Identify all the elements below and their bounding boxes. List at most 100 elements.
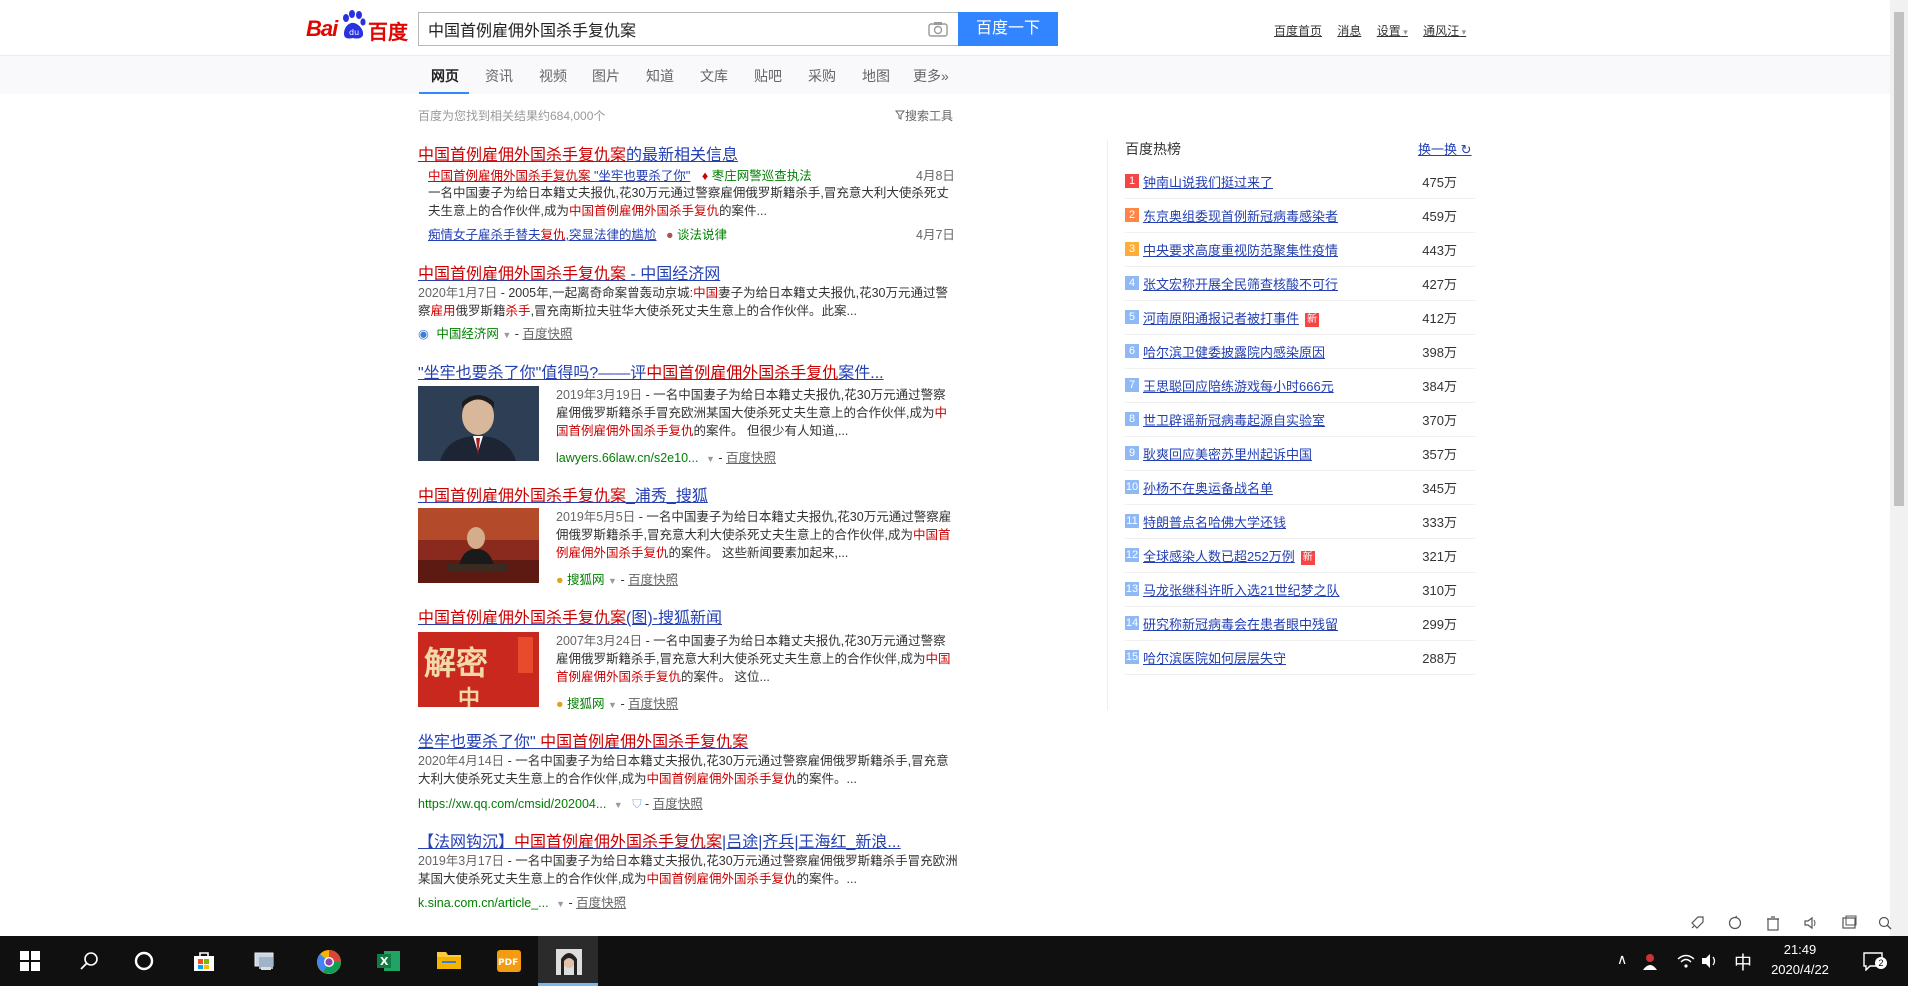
result-url[interactable]: 搜狐网 <box>567 697 605 711</box>
cache-link[interactable]: 百度快照 <box>628 697 678 711</box>
result-title[interactable]: 中国首例雇佣外国杀手复仇案_浦秀_搜狐 <box>418 482 708 506</box>
user-link[interactable]: 通风汪 <box>1423 24 1466 38</box>
result-url[interactable]: 中国经济网 <box>436 327 499 341</box>
ime-indicator[interactable]: 中 <box>1734 949 1752 975</box>
news-sub-link[interactable]: 中国首例雇佣外国杀手复仇案 "坐牢也要杀了你" <box>428 169 690 183</box>
tab-map[interactable]: 地图 <box>862 66 890 86</box>
browser-app[interactable] <box>298 936 358 986</box>
refresh-page-icon[interactable] <box>1727 915 1743 931</box>
tab-video[interactable]: 视频 <box>539 66 567 86</box>
hot-item-link[interactable]: 耿爽回应美密苏里州起诉中国 <box>1143 444 1312 463</box>
messages-link[interactable]: 消息 <box>1337 24 1361 38</box>
window-icon[interactable] <box>1841 915 1857 931</box>
excel-app[interactable]: X <box>358 936 418 986</box>
cache-link[interactable]: 百度快照 <box>726 451 776 465</box>
settings-link[interactable]: 设置 <box>1377 24 1408 38</box>
hot-item-link[interactable]: 河南原阳通报记者被打事件新 <box>1143 308 1320 327</box>
tab-wenku[interactable]: 文库 <box>700 66 728 86</box>
clock[interactable]: 21:49 2020/4/22 <box>1760 940 1840 980</box>
result-title[interactable]: 中国首例雇佣外国杀手复仇案的最新相关信息 <box>418 141 738 165</box>
tab-web[interactable]: 网页 <box>431 66 459 86</box>
hot-item-link[interactable]: 马龙张继科许昕入选21世纪梦之队 <box>1143 580 1339 599</box>
hot-item-link[interactable]: 世卫辟谣新冠病毒起源自实验室 <box>1143 410 1325 429</box>
cache-link[interactable]: 百度快照 <box>522 327 572 341</box>
hot-list-item[interactable]: 3 中央要求高度重视防范聚集性疫情 443万 <box>1125 233 1475 267</box>
zoom-icon[interactable] <box>1877 915 1893 931</box>
store-app[interactable] <box>174 936 234 986</box>
hot-list-item[interactable]: 7 王思聪回应陪练游戏每小时666元 384万 <box>1125 369 1475 403</box>
tray-user-icon[interactable] <box>1642 952 1658 970</box>
hot-list-item[interactable]: 15 哈尔滨医院如何层层失守 288万 <box>1125 641 1475 675</box>
wifi-icon[interactable] <box>1677 953 1695 969</box>
hot-item-link[interactable]: 张文宏称开展全民筛查核酸不可行 <box>1143 274 1338 293</box>
hot-item-link[interactable]: 钟南山说我们挺过来了 <box>1143 172 1273 191</box>
pdf-app[interactable]: PDF <box>478 936 538 986</box>
dropdown-arrow-icon[interactable]: ▼ <box>706 454 715 464</box>
hot-list-item[interactable]: 14 研究称新冠病毒会在患者眼中残留 299万 <box>1125 607 1475 641</box>
news-sub-link[interactable]: 痴情女子雇杀手替夫复仇,突显法律的尴尬 <box>428 228 657 242</box>
result-url[interactable]: https://xw.qq.com/cmsid/202004... <box>418 797 606 811</box>
result-url[interactable]: 搜狐网 <box>567 573 605 587</box>
tab-more[interactable]: 更多» <box>913 66 949 86</box>
result-thumbnail[interactable] <box>418 508 539 583</box>
tab-news[interactable]: 资讯 <box>485 66 513 86</box>
hot-list-item[interactable]: 2 东京奥组委现首例新冠病毒感染者 459万 <box>1125 199 1475 233</box>
hot-item-link[interactable]: 中央要求高度重视防范聚集性疫情 <box>1143 240 1338 259</box>
hot-list-item[interactable]: 13 马龙张继科许昕入选21世纪梦之队 310万 <box>1125 573 1475 607</box>
hot-list-item[interactable]: 11 特朗普点名哈佛大学还钱 333万 <box>1125 505 1475 539</box>
start-button[interactable] <box>0 936 60 986</box>
hot-list-item[interactable]: 10 孙杨不在奥运备战名单 345万 <box>1125 471 1475 505</box>
camera-icon[interactable] <box>928 21 948 37</box>
photos-app[interactable] <box>234 936 294 986</box>
hot-item-link[interactable]: 东京奥组委现首例新冠病毒感染者 <box>1143 206 1338 225</box>
hot-item-link[interactable]: 孙杨不在奥运备战名单 <box>1143 478 1273 497</box>
result-thumbnail[interactable] <box>418 386 539 461</box>
result-title[interactable]: 中国首例雇佣外国杀手复仇案(图)-搜狐新闻 <box>418 604 722 628</box>
search-button[interactable]: 百度一下 <box>958 12 1058 46</box>
hot-item-link[interactable]: 哈尔滨医院如何层层失守 <box>1143 648 1286 667</box>
dropdown-arrow-icon[interactable]: ▼ <box>608 700 617 710</box>
result-title[interactable]: 中国首例雇佣外国杀手复仇案 - 中国经济网 <box>418 260 720 284</box>
speaker-icon[interactable] <box>1803 915 1819 931</box>
home-link[interactable]: 百度首页 <box>1274 24 1322 38</box>
dropdown-arrow-icon[interactable]: ▼ <box>608 576 617 586</box>
file-explorer-app[interactable] <box>418 936 478 986</box>
result-thumbnail[interactable]: 解密 中 <box>418 632 539 707</box>
trash-icon[interactable] <box>1765 915 1781 931</box>
tab-tieba[interactable]: 贴吧 <box>754 66 782 86</box>
hot-item-link[interactable]: 特朗普点名哈佛大学还钱 <box>1143 512 1286 531</box>
notification-center[interactable]: 2 <box>1862 951 1887 972</box>
tab-images[interactable]: 图片 <box>592 66 620 86</box>
result-url[interactable]: k.sina.com.cn/article_... <box>418 896 549 910</box>
tab-zhidao[interactable]: 知道 <box>646 66 674 86</box>
baidu-logo[interactable]: Bai du 百度 <box>306 10 410 46</box>
search-tools-button[interactable]: 搜索工具 <box>895 107 953 124</box>
search-taskbar-button[interactable] <box>60 936 120 986</box>
hot-item-link[interactable]: 全球感染人数已超252万例新 <box>1143 546 1315 565</box>
refresh-button[interactable]: 换一换 ↻ <box>1418 139 1472 158</box>
rocket-icon[interactable] <box>1689 915 1705 931</box>
hot-item-link[interactable]: 哈尔滨卫健委披露院内感染原因 <box>1143 342 1325 361</box>
result-title[interactable]: 【法网钩沉】中国首例雇佣外国杀手复仇案|吕途|齐兵|王海红_新浪... <box>418 828 901 852</box>
result-url[interactable]: lawyers.66law.cn/s2e10... <box>556 451 698 465</box>
scrollbar-thumb[interactable] <box>1894 12 1904 506</box>
hot-list-item[interactable]: 8 世卫辟谣新冠病毒起源自实验室 370万 <box>1125 403 1475 437</box>
cache-link[interactable]: 百度快照 <box>653 797 703 811</box>
volume-icon[interactable] <box>1701 953 1719 969</box>
tray-expand-icon[interactable]: ∧ <box>1617 951 1627 968</box>
cache-link[interactable]: 百度快照 <box>628 573 678 587</box>
hot-list-item[interactable]: 9 耿爽回应美密苏里州起诉中国 357万 <box>1125 437 1475 471</box>
hot-list-item[interactable]: 12 全球感染人数已超252万例新 321万 <box>1125 539 1475 573</box>
dropdown-arrow-icon[interactable]: ▼ <box>556 899 565 909</box>
hot-item-link[interactable]: 王思聪回应陪练游戏每小时666元 <box>1143 376 1334 395</box>
hot-list-item[interactable]: 5 河南原阳通报记者被打事件新 412万 <box>1125 301 1475 335</box>
search-input[interactable] <box>419 13 919 45</box>
tab-purchase[interactable]: 采购 <box>808 66 836 86</box>
scrollbar[interactable] <box>1890 0 1908 936</box>
cache-link[interactable]: 百度快照 <box>576 896 626 910</box>
hot-list-item[interactable]: 4 张文宏称开展全民筛查核酸不可行 427万 <box>1125 267 1475 301</box>
hot-list-item[interactable]: 6 哈尔滨卫健委披露院内感染原因 398万 <box>1125 335 1475 369</box>
hot-list-item[interactable]: 1 钟南山说我们挺过来了 475万 <box>1125 165 1475 199</box>
cortana-button[interactable] <box>114 936 174 986</box>
result-title[interactable]: "坐牢也要杀了你"值得吗?——评中国首例雇佣外国杀手复仇案件... <box>418 359 884 383</box>
